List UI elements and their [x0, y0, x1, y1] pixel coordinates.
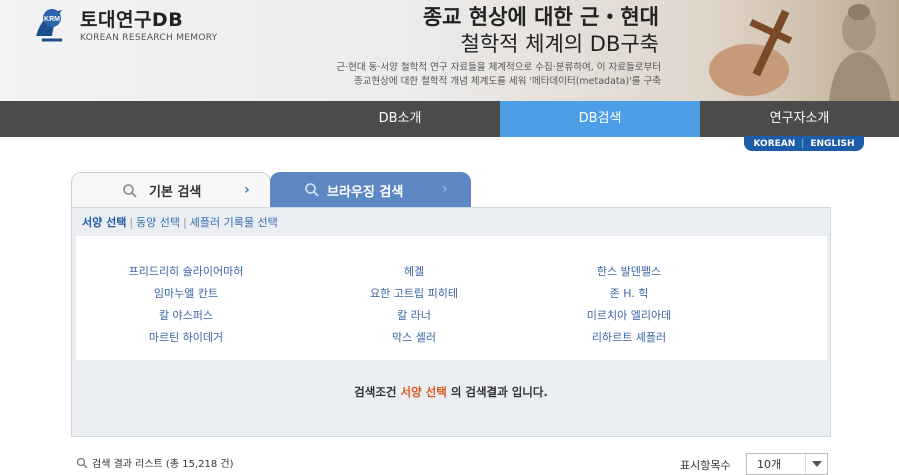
description-line-2: 종교현상에 대한 철학적 개념 체계도를 세워 '메타데이터(metadata)…	[353, 76, 661, 87]
philosopher-link[interactable]: 존 H. 힉	[519, 285, 739, 301]
philosopher-link[interactable]: 임마누엘 칸트	[76, 285, 296, 301]
per-page-select[interactable]: 10개	[746, 453, 828, 475]
philosopher-link[interactable]: 프리드리히 슐라이어마허	[76, 263, 296, 279]
subtab-eastern[interactable]: 동양 선택	[136, 216, 180, 229]
region-subtabs: 서양 선택 | 동양 선택 | 셰플러 기록물 선택	[82, 214, 278, 230]
per-page-label: 표시항목수	[680, 459, 731, 472]
main-nav: DB소개 DB검색 연구자소개	[0, 101, 899, 137]
headline-line-1: 종교 현상에 대한 근・현대	[422, 5, 659, 29]
subtab-divider: |	[129, 216, 134, 229]
result-condition: 서양 선택	[400, 385, 447, 399]
result-prefix: 검색조건	[354, 385, 397, 399]
chevron-down-icon[interactable]	[805, 454, 827, 474]
browse-panel: 서양 선택 | 동양 선택 | 셰플러 기록물 선택 프리드리히 슐라이어마허 헤겔 한…	[71, 207, 831, 437]
philosopher-link[interactable]: 마르틴 하이데거	[76, 329, 296, 345]
nav-db-search[interactable]: DB검색	[500, 101, 700, 137]
chevron-right-icon: ›	[244, 182, 250, 198]
lang-korean[interactable]: KOREAN	[753, 139, 795, 149]
subtab-divider: |	[183, 216, 187, 229]
subtab-western[interactable]: 서양 선택	[82, 216, 126, 229]
header-decoration-image	[669, 0, 899, 101]
per-page-value: 10개	[757, 458, 782, 471]
search-icon	[123, 184, 137, 198]
headline-line-2: 철학적 체계의 DB구축	[460, 32, 660, 56]
search-icon	[76, 457, 88, 468]
result-list-label: 검색 결과 리스트 (총 15,218 건)	[92, 459, 234, 470]
philosopher-link[interactable]: 헤겔	[304, 263, 524, 279]
tab-browsing-search[interactable]: 브라우징 검색 ›	[270, 172, 471, 208]
project-description: 근·현대 동·서양 철학적 연구 자료들을 체계적으로 수집·분류하여, 이 자…	[336, 61, 661, 89]
tab-browse-label: 브라우징 검색	[327, 184, 404, 200]
philosopher-link[interactable]: 요한 고트립 피히테	[304, 285, 524, 301]
philosopher-link[interactable]: 리하르트 셰플러	[519, 329, 739, 345]
lang-english[interactable]: ENGLISH	[810, 139, 854, 149]
site-logo[interactable]: KRM 토대연구DB KOREAN RESEARCH MEMORY	[32, 6, 217, 46]
result-suffix: 의 검색결과 입니다.	[450, 385, 548, 399]
project-headline: 종교 현상에 대한 근・현대 철학적 체계의 DB구축	[423, 4, 659, 58]
philosopher-list: 프리드리히 슐라이어마허 헤겔 한스 발덴펠스 임마누엘 칸트 요한 고트립 피…	[76, 236, 827, 360]
subtab-scheffler[interactable]: 셰플러 기록물 선택	[190, 216, 278, 229]
tab-basic-label: 기본 검색	[149, 185, 202, 200]
philosopher-link[interactable]: 미르치아 엘리아데	[519, 307, 739, 323]
logo-subtitle: KOREAN RESEARCH MEMORY	[80, 33, 218, 43]
search-icon	[305, 183, 319, 197]
logo-emblem-icon: KRM	[32, 6, 72, 46]
philosopher-link[interactable]: 칼 라너	[304, 307, 524, 323]
chevron-right-icon: ›	[442, 181, 448, 197]
svg-text:KRM: KRM	[44, 16, 60, 23]
logo-title: 토대연구DB	[80, 9, 184, 31]
lang-separator: |	[801, 138, 805, 149]
site-header: KRM 토대연구DB KOREAN RESEARCH MEMORY 종교 현상에…	[0, 0, 899, 101]
philosopher-link[interactable]: 칼 야스퍼스	[76, 307, 296, 323]
nav-researchers[interactable]: 연구자소개	[700, 101, 899, 137]
search-condition-message: 검색조건 서양 선택 의 검색결과 입니다.	[72, 384, 830, 400]
search-tabs: 기본 검색 › 브라우징 검색 ›	[71, 172, 471, 208]
philosopher-link[interactable]: 한스 발덴펠스	[519, 263, 739, 279]
result-list-title: 검색 결과 리스트 (총 15,218 건)	[76, 455, 234, 470]
language-switch: KOREAN | ENGLISH	[744, 136, 864, 151]
nav-db-intro[interactable]: DB소개	[300, 101, 500, 137]
philosopher-link[interactable]: 막스 셸러	[304, 329, 524, 345]
tab-basic-search[interactable]: 기본 검색 ›	[71, 172, 271, 208]
description-line-1: 근·현대 동·서양 철학적 연구 자료들을 체계적으로 수집·분류하여, 이 자…	[336, 62, 661, 73]
